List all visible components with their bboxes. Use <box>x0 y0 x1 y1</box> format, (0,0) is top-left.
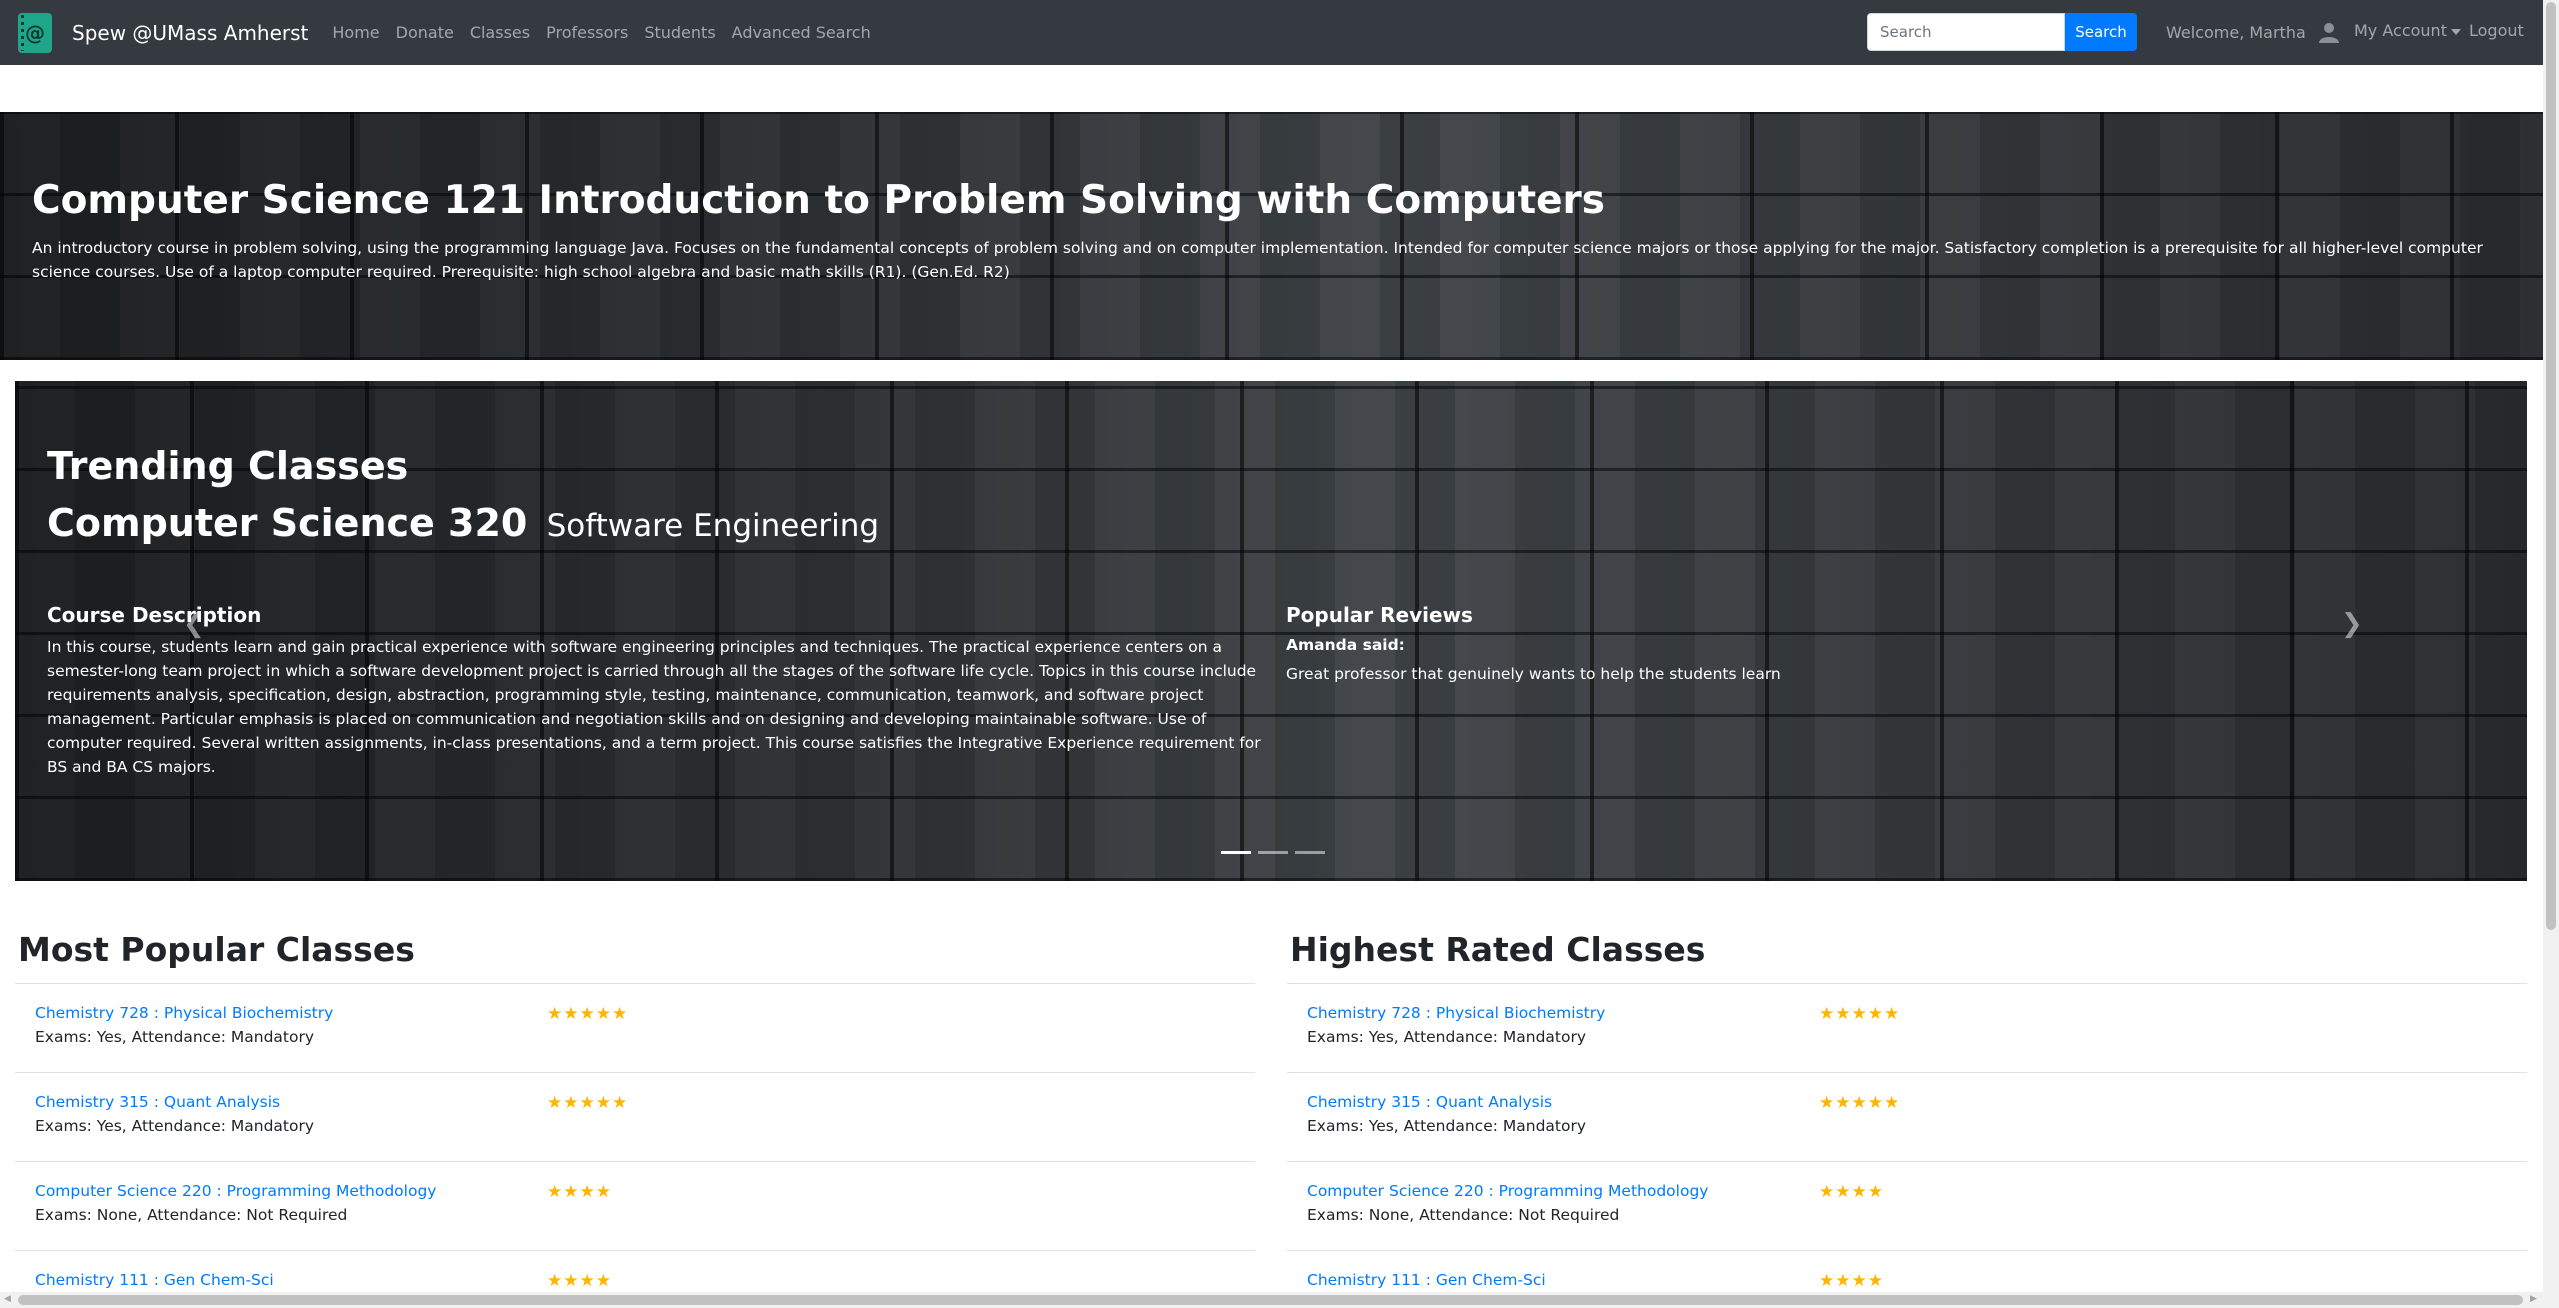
list-item: Chemistry 728 : Physical Biochemistry ★★… <box>1287 984 2527 1073</box>
trending-course-description: In this course, students learn and gain … <box>47 638 1261 776</box>
my-account-label: My Account <box>2354 21 2447 40</box>
nav-donate[interactable]: Donate <box>396 23 454 42</box>
class-meta: Exams: Yes, Attendance: Mandatory <box>35 1117 315 1135</box>
list-item: Chemistry 728 : Physical Biochemistry ★★… <box>15 984 1255 1073</box>
brand-name: Spew @UMass Amherst <box>72 20 309 45</box>
my-account-dropdown[interactable]: My Account <box>2354 21 2461 40</box>
class-link[interactable]: Chemistry 315 : Quant Analysis <box>35 1093 280 1111</box>
carousel-next-icon[interactable]: ❯ <box>2341 609 2363 639</box>
star-rating-icon: ★★★★★ <box>1819 1004 1901 1024</box>
search-button[interactable]: Search <box>2065 13 2137 51</box>
nav-students[interactable]: Students <box>644 23 715 42</box>
class-link[interactable]: Computer Science 220 : Programming Metho… <box>35 1182 436 1200</box>
nav-classes[interactable]: Classes <box>470 23 530 42</box>
caret-down-icon <box>2450 28 2461 35</box>
vertical-scroll-thumb[interactable] <box>2546 2 2556 930</box>
scroll-right-icon[interactable]: ▶ <box>2530 1294 2537 1304</box>
star-rating-icon: ★★★★★ <box>547 1093 629 1113</box>
highest-rated-title: Highest Rated Classes <box>1290 930 1706 969</box>
popular-reviews-heading: Popular Reviews <box>1286 603 1473 627</box>
trending-course-title: Computer Science 320 Software Engineerin… <box>47 501 879 545</box>
list-item: Computer Science 220 : Programming Metho… <box>15 1162 1255 1251</box>
search-form: Search <box>1867 13 2137 51</box>
carousel-prev-icon[interactable]: ❮ <box>183 609 205 639</box>
trending-course-code: Computer Science 320 <box>47 501 528 545</box>
highest-rated-classes: Highest Rated Classes Chemistry 728 : Ph… <box>1287 930 2527 1308</box>
user-avatar-icon <box>2318 23 2339 43</box>
carousel-indicators <box>1221 851 1332 854</box>
class-meta: Exams: Yes, Attendance: Mandatory <box>1307 1028 1587 1046</box>
trending-carousel: Trending Classes Computer Science 320 So… <box>15 381 2527 881</box>
star-rating-icon: ★★★★ <box>547 1271 612 1291</box>
class-link[interactable]: Chemistry 111 : Gen Chem-Sci <box>35 1271 274 1289</box>
list-item: Chemistry 315 : Quant Analysis ★★★★★ Exa… <box>1287 1073 2527 1162</box>
class-meta: Exams: None, Attendance: Not Required <box>35 1206 348 1224</box>
search-input[interactable] <box>1867 13 2065 51</box>
star-rating-icon: ★★★★ <box>1819 1182 1884 1202</box>
horizontal-scroll-thumb[interactable] <box>18 1295 2523 1305</box>
review-text: Great professor that genuinely wants to … <box>1286 665 1781 683</box>
horizontal-scrollbar[interactable]: ◀ ▶ <box>0 1292 2543 1308</box>
class-link[interactable]: Chemistry 111 : Gen Chem-Sci <box>1307 1271 1546 1289</box>
most-popular-title: Most Popular Classes <box>18 930 415 969</box>
class-link[interactable]: Chemistry 728 : Physical Biochemistry <box>35 1004 333 1022</box>
highest-rated-list: Chemistry 728 : Physical Biochemistry ★★… <box>1287 983 2527 1308</box>
list-item: Chemistry 315 : Quant Analysis ★★★★★ Exa… <box>15 1073 1255 1162</box>
class-meta: Exams: None, Attendance: Not Required <box>1307 1206 1620 1224</box>
trending-course-name: Software Engineering <box>546 508 880 544</box>
nav-links: Home Donate Classes Professors Students … <box>332 23 886 42</box>
welcome-user[interactable]: Welcome, Martha <box>2166 21 2340 43</box>
brand-link[interactable]: @ Spew @UMass Amherst <box>18 12 309 53</box>
top-navbar: @ Spew @UMass Amherst Home Donate Classe… <box>0 0 2543 65</box>
class-meta: Exams: Yes, Attendance: Mandatory <box>1307 1117 1587 1135</box>
star-rating-icon: ★★★★★ <box>1819 1093 1901 1113</box>
most-popular-classes: Most Popular Classes Chemistry 728 : Phy… <box>15 930 1255 1308</box>
star-rating-icon: ★★★★ <box>1819 1271 1884 1291</box>
carousel-indicator-1[interactable] <box>1221 851 1251 854</box>
class-link[interactable]: Chemistry 728 : Physical Biochemistry <box>1307 1004 1605 1022</box>
nav-home[interactable]: Home <box>332 23 379 42</box>
course-header: Computer Science 121 Introduction to Pro… <box>0 112 2543 360</box>
review-author: Amanda said: <box>1286 636 1405 654</box>
vertical-scrollbar[interactable] <box>2543 0 2559 1308</box>
star-rating-icon: ★★★★ <box>547 1182 612 1202</box>
course-description-heading: Course Description <box>47 603 262 627</box>
class-link[interactable]: Computer Science 220 : Programming Metho… <box>1307 1182 1708 1200</box>
carousel-indicator-2[interactable] <box>1258 851 1288 854</box>
scroll-left-icon[interactable]: ◀ <box>4 1294 11 1304</box>
class-meta: Exams: Yes, Attendance: Mandatory <box>35 1028 315 1046</box>
trending-heading: Trending Classes <box>47 444 409 488</box>
course-description: An introductory course in problem solvin… <box>32 239 2483 281</box>
course-title: Computer Science 121 Introduction to Pro… <box>32 178 1605 223</box>
nav-professors[interactable]: Professors <box>546 23 628 42</box>
notebook-logo-icon: @ <box>18 12 52 53</box>
star-rating-icon: ★★★★★ <box>547 1004 629 1024</box>
nav-advanced-search[interactable]: Advanced Search <box>732 23 871 42</box>
class-link[interactable]: Chemistry 315 : Quant Analysis <box>1307 1093 1552 1111</box>
most-popular-list: Chemistry 728 : Physical Biochemistry ★★… <box>15 983 1255 1308</box>
carousel-indicator-3[interactable] <box>1295 851 1325 854</box>
welcome-text: Welcome, Martha <box>2166 22 2306 42</box>
list-item: Computer Science 220 : Programming Metho… <box>1287 1162 2527 1251</box>
logout-link[interactable]: Logout <box>2469 21 2524 40</box>
